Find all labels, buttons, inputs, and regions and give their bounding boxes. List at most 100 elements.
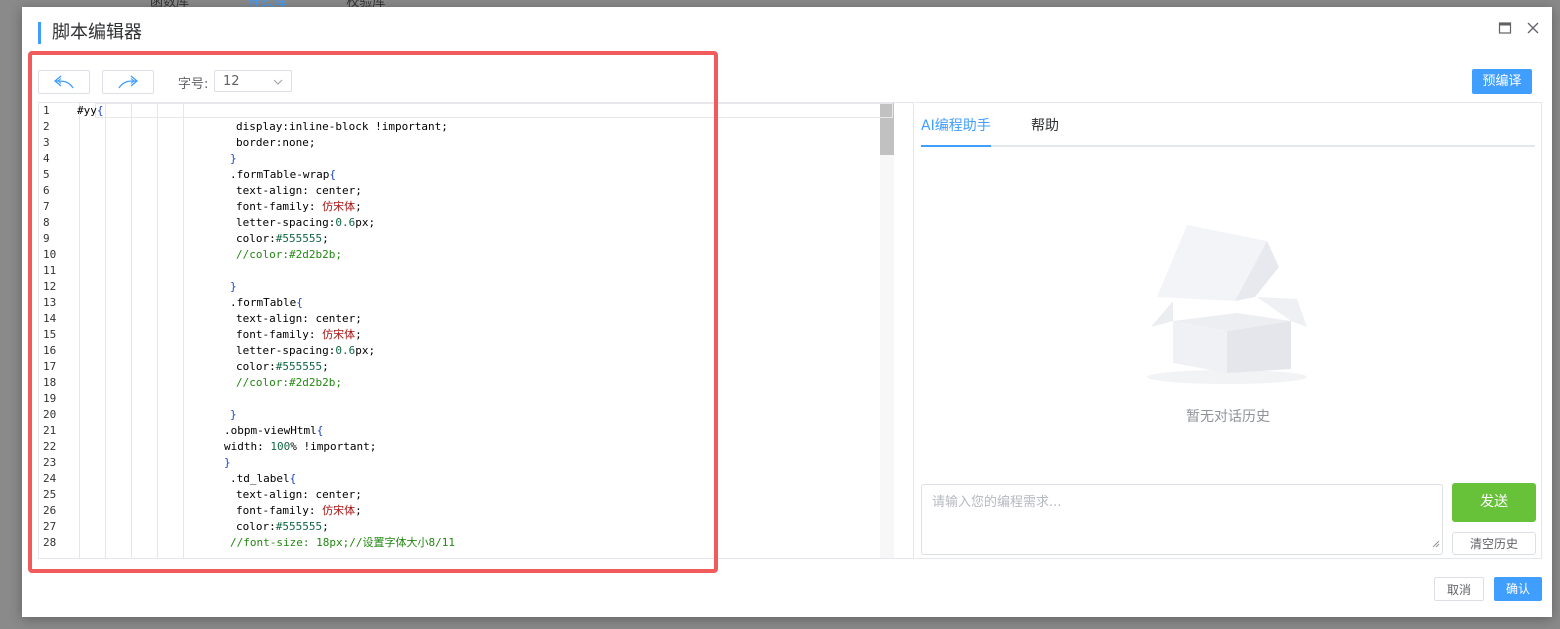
code-line[interactable]: 15 font-family: 仿宋体;: [39, 327, 879, 343]
code-text: .formTable{: [230, 296, 303, 309]
empty-history-text: 暂无对话历史: [1186, 409, 1270, 425]
code-line[interactable]: 6 text-align: center;: [39, 183, 879, 199]
code-text: }: [224, 456, 231, 469]
undo-button[interactable]: [38, 70, 90, 94]
tab-help[interactable]: 帮助: [1031, 115, 1059, 135]
line-number: 18: [43, 376, 57, 389]
font-size-select[interactable]: 12: [214, 70, 292, 92]
code-text: }: [230, 408, 237, 421]
line-number: 1: [43, 104, 50, 117]
close-icon[interactable]: [1526, 21, 1540, 35]
code-line[interactable]: 13 .formTable{: [39, 295, 879, 311]
editor-scrollbar-track[interactable]: [880, 103, 894, 558]
code-line[interactable]: 22 width: 100% !important;: [39, 439, 879, 455]
line-number: 2: [43, 120, 50, 133]
code-text: color:#555555;: [236, 232, 329, 245]
code-text: color:#555555;: [236, 360, 329, 373]
code-line[interactable]: 11: [39, 263, 879, 279]
code-line[interactable]: 3 border:none;: [39, 135, 879, 151]
active-tab-indicator: [921, 145, 991, 147]
line-number: 15: [43, 328, 57, 341]
code-text: .td_label{: [230, 472, 297, 485]
code-text: border:none;: [236, 136, 316, 149]
confirm-button[interactable]: 确认: [1494, 577, 1542, 601]
line-number: 6: [43, 184, 50, 197]
code-line[interactable]: 12}: [39, 279, 879, 295]
code-line[interactable]: 9 color:#555555;: [39, 231, 879, 247]
line-number: 22: [43, 440, 57, 453]
code-text: .obpm-viewHtml{: [224, 424, 324, 437]
code-editor[interactable]: 1 #yy{ 2 display:inline-block !important; 3 b…: [38, 102, 914, 559]
code-line[interactable]: 25 text-align: center;: [39, 487, 879, 503]
code-text: //color:#2d2b2b;: [236, 248, 342, 261]
code-line[interactable]: 28 //font-size: 18px;//设置字体大小8/11: [39, 535, 879, 551]
code-text: #yy{: [77, 104, 104, 117]
code-text: text-align: center;: [236, 184, 362, 197]
line-number: 8: [43, 216, 50, 229]
line-number: 21: [43, 424, 57, 437]
cancel-button[interactable]: 取消: [1434, 577, 1484, 601]
code-line[interactable]: 8 letter-spacing:0.6px;: [39, 215, 879, 231]
code-text: letter-spacing:0.6px;: [236, 344, 376, 357]
code-line[interactable]: 20}: [39, 407, 879, 423]
code-line[interactable]: 19: [39, 391, 879, 407]
code-line[interactable]: 17 color:#555555;: [39, 359, 879, 375]
code-line[interactable]: 1 #yy{: [39, 103, 879, 119]
line-number: 28: [43, 536, 57, 549]
code-text: text-align: center;: [236, 488, 362, 501]
code-line[interactable]: 26 font-family: 仿宋体;: [39, 503, 879, 519]
line-number: 20: [43, 408, 57, 421]
prompt-input[interactable]: 请输入您的编程需求...: [921, 484, 1443, 555]
line-number: 11: [43, 264, 57, 277]
line-number: 17: [43, 360, 57, 373]
maximize-icon[interactable]: [1498, 21, 1512, 35]
line-number: 19: [43, 392, 57, 405]
line-number: 25: [43, 488, 57, 501]
code-line[interactable]: 23}: [39, 455, 879, 471]
code-text: }: [230, 280, 237, 293]
line-number: 5: [43, 168, 50, 181]
code-line[interactable]: 2 display:inline-block !important;: [39, 119, 879, 135]
code-line[interactable]: 10 //color:#2d2b2b;: [39, 247, 879, 263]
code-text: letter-spacing:0.6px;: [236, 216, 376, 229]
ai-assistant-panel: AI编程助手 帮助 暂无对话历史 请输入您的编程需求... 发送 清空历史: [915, 102, 1542, 559]
send-button[interactable]: 发送: [1452, 483, 1536, 522]
script-editor-dialog: 脚本编辑器 字号: 12 预编译 1 #yy{2 display:inline-bl…: [22, 7, 1552, 617]
font-size-label: 字号:: [178, 77, 209, 92]
code-text: color:#555555;: [236, 520, 329, 533]
code-text: }: [230, 152, 237, 165]
redo-icon: [118, 75, 139, 89]
code-text: display:inline-block !important;: [236, 120, 448, 133]
code-line[interactable]: 21 .obpm-viewHtml{: [39, 423, 879, 439]
assistant-tabs: AI编程助手 帮助: [921, 103, 1535, 147]
precompile-button[interactable]: 预编译: [1472, 69, 1532, 94]
clear-history-button[interactable]: 清空历史: [1452, 532, 1536, 555]
line-number: 12: [43, 280, 57, 293]
font-size-value: 12: [223, 74, 240, 89]
line-number: 16: [43, 344, 57, 357]
line-number: 4: [43, 152, 50, 165]
tab-ai-assistant[interactable]: AI编程助手: [921, 115, 991, 135]
redo-button[interactable]: [102, 70, 154, 94]
resize-handle-icon[interactable]: [1432, 537, 1440, 552]
line-number: 9: [43, 232, 50, 245]
line-number: 14: [43, 312, 57, 325]
line-number: 7: [43, 200, 50, 213]
code-text: text-align: center;: [236, 312, 362, 325]
code-text: .formTable-wrap{: [230, 168, 336, 181]
code-line[interactable]: 16 letter-spacing:0.6px;: [39, 343, 879, 359]
code-text: //font-size: 18px;//设置字体大小8/11: [230, 536, 455, 549]
code-line[interactable]: 5 .formTable-wrap{: [39, 167, 879, 183]
code-line[interactable]: 4}: [39, 151, 879, 167]
line-number: 13: [43, 296, 57, 309]
code-line[interactable]: 24 .td_label{: [39, 471, 879, 487]
code-text: font-family: 仿宋体;: [236, 328, 362, 341]
undo-icon: [53, 75, 74, 89]
line-number: 24: [43, 472, 57, 485]
code-line[interactable]: 18 //color:#2d2b2b;: [39, 375, 879, 391]
code-text: font-family: 仿宋体;: [236, 200, 362, 213]
empty-box-icon: [1147, 221, 1307, 390]
code-line[interactable]: 14 text-align: center;: [39, 311, 879, 327]
code-line[interactable]: 7 font-family: 仿宋体;: [39, 199, 879, 215]
code-line[interactable]: 27 color:#555555;: [39, 519, 879, 535]
